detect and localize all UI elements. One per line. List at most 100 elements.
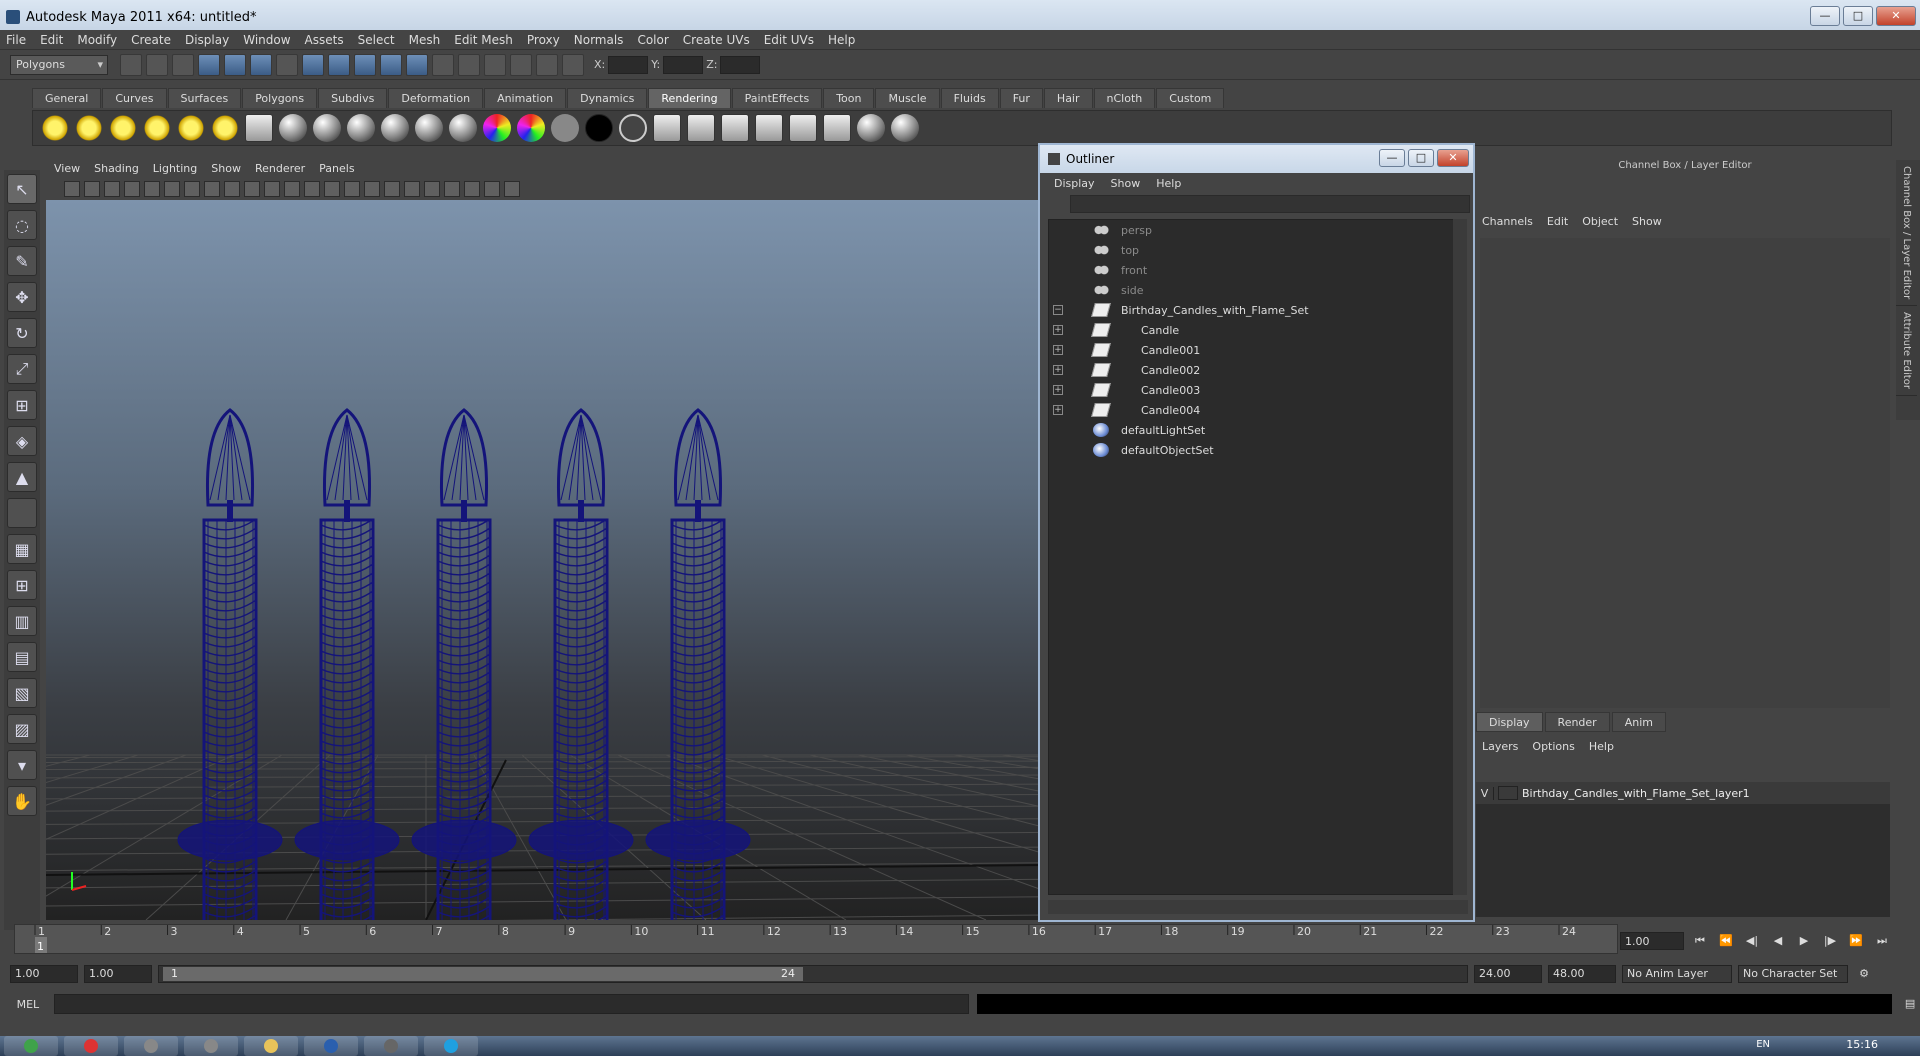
taskbar-explorer[interactable] <box>244 1036 298 1056</box>
phong-material-icon[interactable] <box>449 114 477 142</box>
render-current-frame-icon[interactable] <box>653 114 681 142</box>
save-scene-icon[interactable] <box>172 53 194 76</box>
y-field[interactable] <box>663 55 704 74</box>
taskbar-maya-2[interactable] <box>184 1036 238 1056</box>
smooth-shade-icon[interactable] <box>324 181 340 197</box>
rotate-tool-icon[interactable]: ↻ <box>7 318 37 348</box>
shelf-tab-custom[interactable]: Custom <box>1156 88 1225 108</box>
outliner-item[interactable]: − Birthday_Candles_with_Flame_Set <box>1049 300 1453 320</box>
select-hierarchy-icon[interactable] <box>198 53 220 76</box>
single-pane-layout-icon[interactable]: ▦ <box>7 534 37 564</box>
shelf-tab-polygons[interactable]: Polygons <box>242 88 318 108</box>
backface-icon[interactable] <box>504 181 520 197</box>
light-linking-icon[interactable] <box>857 114 885 142</box>
film-gate-icon[interactable] <box>184 181 200 197</box>
anim-layer-dropdown[interactable]: No Anim Layer <box>1622 965 1732 983</box>
character-set-dropdown[interactable]: No Character Set <box>1738 965 1848 983</box>
hypershade-shelf-icon[interactable] <box>789 114 817 142</box>
language-indicator[interactable]: EN <box>1756 1039 1770 1050</box>
four-pane-layout-icon[interactable]: ⊞ <box>7 570 37 600</box>
textured-icon[interactable] <box>364 181 380 197</box>
menu-display[interactable]: Display <box>185 33 229 47</box>
quick-layout-icon[interactable]: ✋ <box>7 786 37 816</box>
show-outliner-icon[interactable] <box>562 53 584 76</box>
scale-tool-icon[interactable]: ⤢ <box>7 354 37 384</box>
snap-grid-icon[interactable] <box>302 53 324 76</box>
menu-modify[interactable]: Modify <box>77 33 117 47</box>
time-slider[interactable]: 1 2 3 4 5 6 7 8 9 10 11 12 13 14 15 16 17 18 19 20 21 22 23 24 1 <box>14 924 1618 954</box>
last-tool-icon[interactable]: ▲ <box>7 462 37 492</box>
z-field[interactable] <box>720 55 761 74</box>
side-tab-channel-box[interactable]: Channel Box / Layer Editor <box>1896 160 1917 307</box>
paint-select-tool-icon[interactable]: ✎ <box>7 246 37 276</box>
image-plane-icon[interactable] <box>124 181 140 197</box>
blinn-material-icon[interactable] <box>313 114 341 142</box>
minimize-button[interactable]: — <box>1810 6 1840 26</box>
xray-icon[interactable] <box>464 181 480 197</box>
grid-toggle-icon[interactable] <box>164 181 180 197</box>
gate-mask-icon[interactable] <box>224 181 240 197</box>
close-button[interactable]: ✕ <box>1876 6 1916 26</box>
xray-joints-icon[interactable] <box>484 181 500 197</box>
batch-render-icon[interactable] <box>721 114 749 142</box>
outliner-menu-help[interactable]: Help <box>1156 177 1181 190</box>
shelf-tab-fluids[interactable]: Fluids <box>940 88 999 108</box>
outliner-expand-toggle[interactable]: − <box>1053 305 1063 315</box>
manipulator-tool-icon[interactable]: ⊞ <box>7 390 37 420</box>
menu-mesh[interactable]: Mesh <box>409 33 441 47</box>
shelf-tab-surfaces[interactable]: Surfaces <box>167 88 242 108</box>
camera-select-icon[interactable] <box>64 181 80 197</box>
step-forward-key-icon[interactable]: ⏩ <box>1846 932 1866 950</box>
select-component-icon[interactable] <box>250 53 272 76</box>
outliner-expand-toggle[interactable]: + <box>1053 325 1063 335</box>
outliner-maximize-button[interactable]: □ <box>1408 149 1434 167</box>
shelf-tab-rendering[interactable]: Rendering <box>648 88 731 108</box>
outliner-filter-input[interactable] <box>1070 195 1470 213</box>
outliner-item[interactable]: front <box>1049 260 1453 280</box>
layer-tab-anim[interactable]: Anim <box>1611 712 1666 732</box>
layer-row[interactable]: V Birthday_Candles_with_Flame_Set_layer1 <box>1476 782 1890 804</box>
play-forwards-icon[interactable]: ▶ <box>1794 932 1814 950</box>
directional-light-icon[interactable] <box>75 114 103 142</box>
viewport-menu-panels[interactable]: Panels <box>319 162 354 175</box>
new-scene-icon[interactable] <box>120 53 142 76</box>
show-hypershade-icon[interactable] <box>536 53 558 76</box>
step-back-key-icon[interactable]: ⏪ <box>1716 932 1736 950</box>
taskbar-chrome[interactable] <box>64 1036 118 1056</box>
outliner-item[interactable]: + Candle004 <box>1049 400 1453 420</box>
viewport-menu-view[interactable]: View <box>54 162 80 175</box>
go-to-end-icon[interactable]: ⏭ <box>1872 932 1892 950</box>
outliner-item[interactable]: + Candle001 <box>1049 340 1453 360</box>
menu-edit-mesh[interactable]: Edit Mesh <box>454 33 513 47</box>
shelf-tab-muscle[interactable]: Muscle <box>875 88 940 108</box>
outliner-expand-toggle[interactable]: + <box>1053 365 1063 375</box>
high-quality-icon[interactable] <box>424 181 440 197</box>
outliner-expand-toggle[interactable]: + <box>1053 385 1063 395</box>
render-layer-icon[interactable] <box>245 114 273 142</box>
range-thumb[interactable]: 1 24 <box>163 967 803 981</box>
shelf-tab-dynamics[interactable]: Dynamics <box>567 88 648 108</box>
snap-point-icon[interactable] <box>354 53 376 76</box>
taskbar-photoshop[interactable] <box>304 1036 358 1056</box>
wireframe-on-shaded-icon[interactable] <box>344 181 360 197</box>
maximize-button[interactable]: □ <box>1843 6 1873 26</box>
layer-tab-display[interactable]: Display <box>1476 712 1543 732</box>
menu-window[interactable]: Window <box>243 33 290 47</box>
volume-light-icon[interactable] <box>211 114 239 142</box>
use-all-lights-icon[interactable] <box>384 181 400 197</box>
outliner-layout-icon[interactable]: ▥ <box>7 606 37 636</box>
menu-color[interactable]: Color <box>637 33 668 47</box>
animation-end-field[interactable]: 48.00 <box>1548 965 1616 983</box>
shelf-tab-animation[interactable]: Animation <box>484 88 567 108</box>
menu-file[interactable]: File <box>6 33 26 47</box>
select-object-icon[interactable] <box>224 53 246 76</box>
channel-box-menu-object[interactable]: Object <box>1582 215 1618 228</box>
viewport-menu-show[interactable]: Show <box>211 162 241 175</box>
resolution-gate-icon[interactable] <box>204 181 220 197</box>
layer-type-toggle[interactable] <box>1498 786 1518 800</box>
isolate-select-icon[interactable] <box>444 181 460 197</box>
filter-icon[interactable] <box>276 53 298 76</box>
camera-attributes-icon[interactable] <box>84 181 100 197</box>
animation-start-field[interactable]: 1.00 <box>10 965 78 983</box>
open-scene-icon[interactable] <box>146 53 168 76</box>
